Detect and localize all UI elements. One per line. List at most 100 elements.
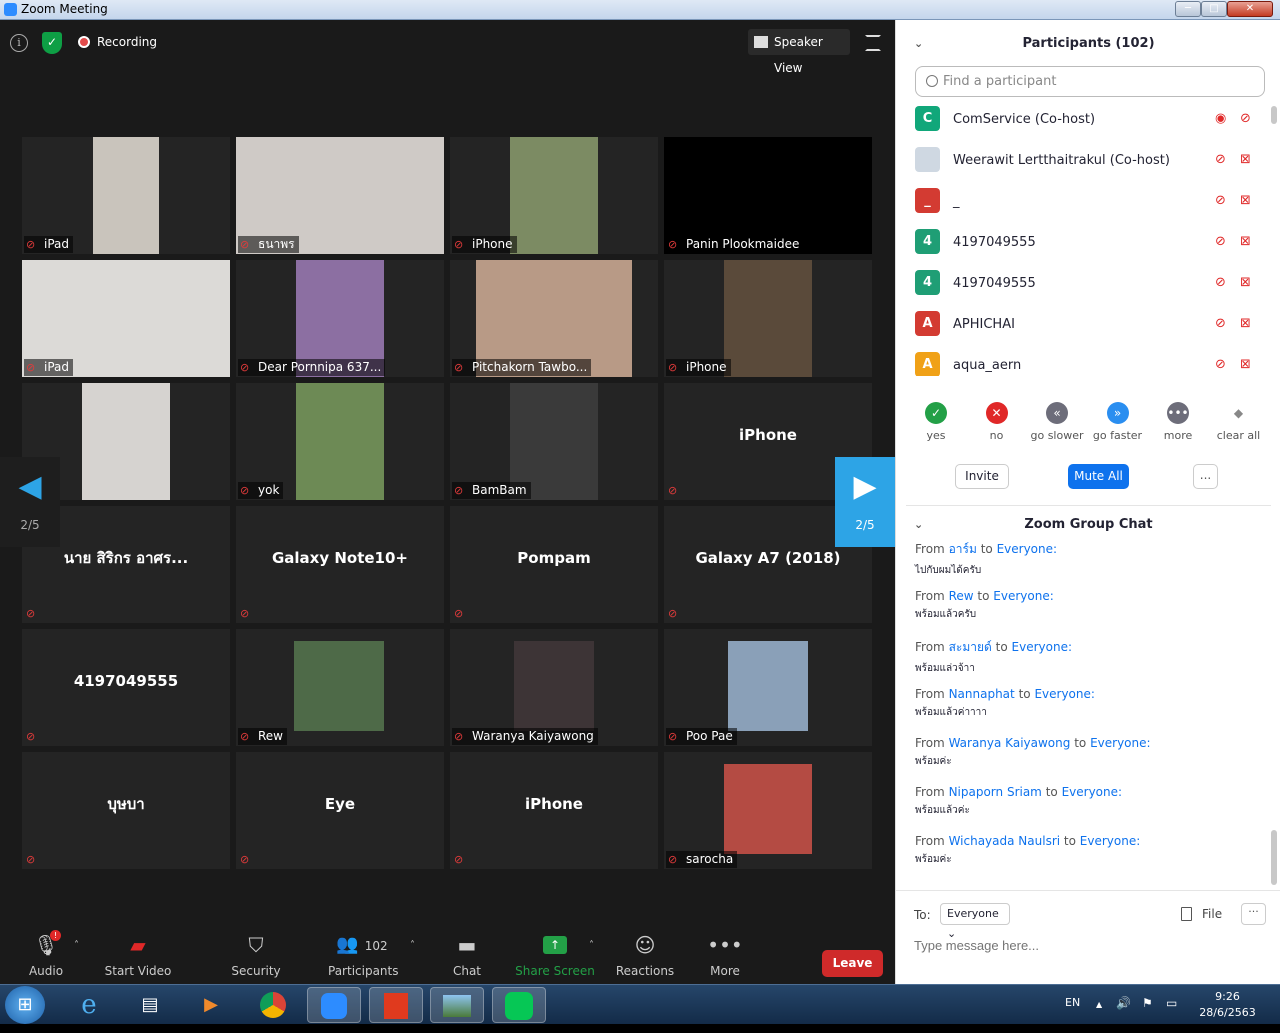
message-target[interactable]: Everyone: — [1062, 785, 1122, 799]
sender-name[interactable]: Waranya Kaiyawong — [949, 736, 1071, 750]
action-center-flag-icon[interactable]: ⚑ — [1142, 996, 1153, 1010]
leave-button[interactable]: Leave — [822, 950, 883, 977]
message-target[interactable]: Everyone: — [1012, 640, 1072, 654]
muted-mic-icon[interactable]: ⊘ — [1240, 111, 1258, 127]
participant-tile[interactable]: Pitchakorn Tawbo... ⊘ — [450, 260, 658, 377]
windows-start-button[interactable]: ⊞ — [5, 986, 45, 1024]
sender-name[interactable]: Nipaporn Sriam — [949, 785, 1042, 799]
participant-tile[interactable]: Rew ⊘ — [236, 629, 444, 746]
reaction-go-faster[interactable]: » go faster — [1088, 402, 1148, 442]
participant-tile[interactable]: บุษบา ⊘ — [22, 752, 230, 869]
message-target[interactable]: Everyone: — [1080, 834, 1140, 848]
message-target[interactable]: Everyone: — [997, 542, 1057, 556]
video-off-icon[interactable]: ⊠ — [1240, 357, 1258, 373]
participant-tile[interactable]: iPhone ⊘ — [664, 260, 872, 377]
message-target[interactable]: Everyone: — [993, 589, 1053, 603]
muted-mic-icon[interactable]: ◉ — [1215, 111, 1231, 127]
participant-tile[interactable]: sarocha ⊘ — [664, 752, 872, 869]
mute-all-button[interactable]: Mute All — [1068, 464, 1129, 489]
chat-scrollbar[interactable] — [1271, 830, 1277, 885]
chat-message-input[interactable] — [914, 935, 1264, 955]
volume-icon[interactable]: 🔊 — [1116, 996, 1131, 1010]
language-indicator[interactable]: EN — [1065, 996, 1080, 1009]
video-off-icon[interactable]: ⊠ — [1240, 234, 1258, 250]
sender-name[interactable]: สะมายด์ — [949, 640, 992, 654]
photo-viewer-icon[interactable] — [430, 987, 484, 1023]
participant-tile[interactable]: Pompam ⊘ — [450, 506, 658, 623]
participant-row[interactable]: Weerawit Lertthaitrakul (Co-host) ⊘ ⊠ — [896, 141, 1268, 182]
participants-options-caret[interactable]: ˄ — [410, 940, 415, 951]
participant-tile[interactable]: BamBam ⊘ — [450, 383, 658, 500]
invite-button[interactable]: Invite — [955, 464, 1009, 489]
sender-name[interactable]: Wichayada Naulsri — [949, 834, 1061, 848]
participants-button[interactable]: 👥 102 Participants — [328, 926, 399, 984]
participant-tile[interactable]: iPhone ⊘ — [450, 137, 658, 254]
participant-tile[interactable]: ธนาพร ⊘ — [236, 137, 444, 254]
reactions-button[interactable]: ☺ Reactions — [615, 926, 675, 984]
muted-mic-icon[interactable]: ⊘ — [1215, 193, 1231, 209]
pdf-reader-icon[interactable] — [369, 987, 423, 1023]
sender-name[interactable]: Rew — [949, 589, 974, 603]
sender-name[interactable]: อาร์ม — [949, 542, 977, 556]
muted-mic-icon[interactable]: ⊘ — [1215, 275, 1231, 291]
participant-tile[interactable]: Poo Pae ⊘ — [664, 629, 872, 746]
file-button[interactable]: File — [1202, 907, 1222, 921]
participant-row[interactable]: A APHICHAI ⊘ ⊠ — [896, 305, 1268, 346]
participant-tile[interactable]: Eye ⊘ — [236, 752, 444, 869]
internet-explorer-icon[interactable]: e — [62, 987, 116, 1023]
participant-row[interactable]: _ _ ⊘ ⊠ — [896, 182, 1268, 223]
participant-tile[interactable]: Panin Plookmaidee ⊘ — [664, 137, 872, 254]
participant-tile[interactable]: iPhone ⊘ — [450, 752, 658, 869]
meeting-info-icon[interactable]: i — [10, 34, 28, 52]
collapse-chat-icon[interactable]: ⌄ — [914, 510, 923, 540]
participant-tile[interactable]: iPad ⊘ — [22, 137, 230, 254]
previous-page-button[interactable]: ◀ 2/5 — [0, 457, 60, 547]
close-window-button[interactable]: ✕ — [1227, 1, 1273, 17]
start-video-button[interactable]: ▰ Start Video — [103, 926, 173, 984]
participant-tile[interactable]: iPad ⊘ — [22, 260, 230, 377]
zoom-taskbar-icon[interactable] — [307, 987, 361, 1023]
share-screen-button[interactable]: ↑ Share Screen — [515, 926, 595, 984]
reaction-more[interactable]: ••• more — [1148, 402, 1208, 442]
participants-scrollbar[interactable] — [1271, 106, 1277, 124]
minimize-button[interactable]: ─ — [1175, 1, 1201, 17]
audio-options-caret[interactable]: ˄ — [74, 940, 79, 951]
participant-row[interactable]: Aaqua_aern ⊘ ⊠ — [896, 346, 1268, 376]
media-player-icon[interactable]: ▶ — [184, 987, 238, 1023]
taskbar-clock[interactable]: 9:26 28/6/2563 — [1190, 989, 1265, 1021]
muted-mic-icon[interactable]: ⊘ — [1215, 316, 1231, 332]
video-off-icon[interactable]: ⊠ — [1240, 193, 1258, 209]
muted-mic-icon[interactable]: ⊘ — [1215, 152, 1231, 168]
audio-button[interactable]: 🎙 ! Audio — [20, 926, 72, 984]
network-icon[interactable]: ▭ — [1166, 996, 1177, 1010]
more-button[interactable]: ••• More — [703, 926, 747, 984]
fullscreen-icon[interactable] — [865, 35, 881, 51]
participant-row[interactable]: 4 4197049555 ⊘ ⊠ — [896, 264, 1268, 305]
find-participant-input[interactable]: Find a participant — [915, 66, 1265, 97]
chat-button[interactable]: ▬ Chat — [447, 926, 487, 984]
participant-row[interactable]: C ComService (Co-host) ◉ ⊘ — [896, 100, 1268, 141]
participant-tile[interactable]: Dear Pornnipa 637... ⊘ — [236, 260, 444, 377]
encryption-shield-icon[interactable]: ✓ — [42, 32, 62, 54]
participant-tile[interactable]: Waranya Kaiyawong ⊘ — [450, 629, 658, 746]
next-page-button[interactable]: ▶ 2/5 — [835, 457, 895, 547]
file-explorer-icon[interactable]: ▤ — [123, 987, 177, 1023]
participant-tile[interactable]: Galaxy Note10+ ⊘ — [236, 506, 444, 623]
line-app-icon[interactable] — [492, 987, 546, 1023]
share-options-caret[interactable]: ˄ — [589, 940, 594, 951]
recipient-select[interactable]: Everyone ⌄ — [940, 903, 1010, 940]
muted-mic-icon[interactable]: ⊘ — [1215, 357, 1231, 373]
sender-name[interactable]: Nannaphat — [949, 687, 1015, 701]
security-button[interactable]: ⛉ Security — [228, 926, 284, 984]
participant-row[interactable]: 4 4197049555 ⊘ ⊠ — [896, 223, 1268, 264]
muted-mic-icon[interactable]: ⊘ — [1215, 234, 1231, 250]
participant-tile[interactable]: yok ⊘ — [236, 383, 444, 500]
file-icon[interactable] — [1181, 907, 1192, 921]
speaker-view-button[interactable]: Speaker View — [748, 29, 850, 75]
video-off-icon[interactable]: ⊠ — [1240, 152, 1258, 168]
reaction-clear-all[interactable]: ◆ clear all — [1209, 402, 1269, 442]
chat-more-button[interactable]: ··· — [1241, 903, 1266, 925]
video-off-icon[interactable]: ⊠ — [1240, 275, 1258, 291]
tray-expand-icon[interactable]: ▲ — [1096, 1000, 1102, 1009]
participant-tile[interactable]: 4197049555 ⊘ — [22, 629, 230, 746]
